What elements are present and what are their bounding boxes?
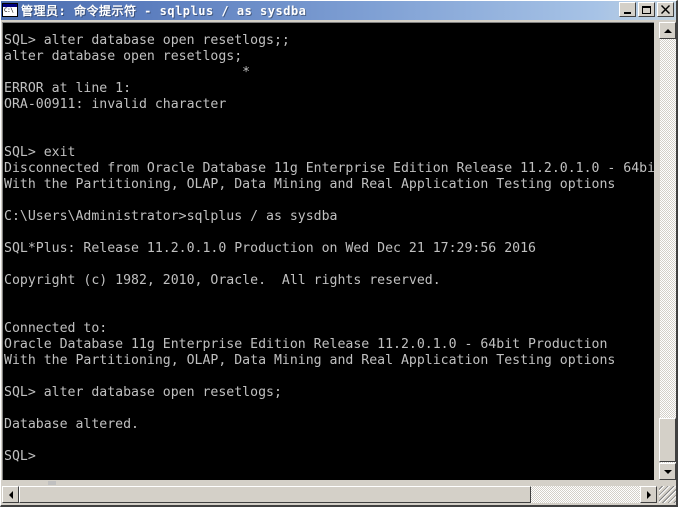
vertical-scrollbar-thumb[interactable] (659, 418, 676, 462)
title-bar[interactable]: C:\ 管理员: 命令提示符 - sqlplus / as sysdba (0, 0, 678, 20)
maximize-button[interactable] (638, 2, 655, 17)
chevron-left-icon (8, 490, 13, 499)
close-icon (661, 5, 670, 14)
window-title: 管理员: 命令提示符 - sqlplus / as sysdba (21, 3, 307, 18)
vertical-scrollbar-track[interactable] (659, 22, 676, 480)
console-icon-glyph: C:\ (4, 7, 14, 14)
minimize-button[interactable] (619, 2, 636, 17)
minimize-icon (624, 11, 631, 14)
scroll-up-button[interactable] (659, 22, 676, 39)
close-button[interactable] (657, 2, 674, 17)
maximize-icon (642, 5, 651, 14)
chevron-right-icon (646, 490, 651, 499)
scroll-down-button[interactable] (659, 463, 676, 480)
chevron-up-icon (663, 28, 672, 33)
scroll-left-button[interactable] (2, 486, 19, 503)
horizontal-scrollbar-thumb[interactable] (19, 486, 531, 503)
chevron-down-icon (663, 469, 672, 474)
console-icon[interactable]: C:\ (2, 3, 18, 17)
command-prompt-window: C:\ 管理员: 命令提示符 - sqlplus / as sysdba SQL… (0, 0, 678, 507)
scroll-right-button[interactable] (640, 486, 657, 503)
text-cursor (48, 481, 56, 485)
resize-grip[interactable] (659, 486, 676, 503)
console-text: SQL> alter database open resetlogs;; alt… (4, 33, 654, 464)
console-output-area[interactable]: SQL> alter database open resetlogs;; alt… (2, 22, 654, 480)
